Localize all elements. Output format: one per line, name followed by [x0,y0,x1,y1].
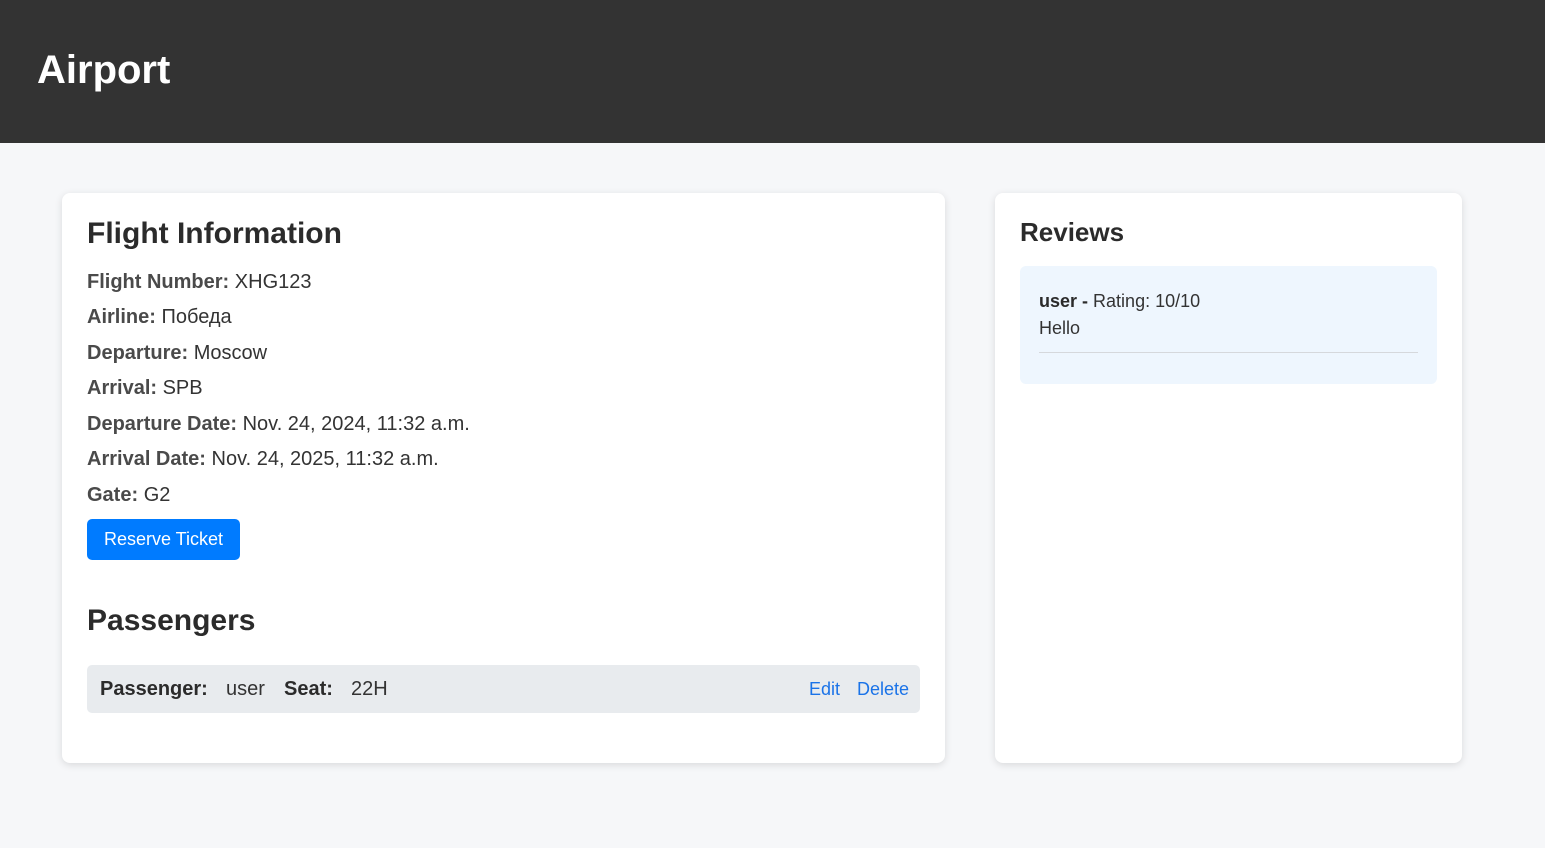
airline-row: Airline: Победа [87,304,232,330]
flight-number-row: Flight Number: XHG123 [87,269,312,295]
review-rating: Rating: 10/10 [1093,291,1201,311]
departure-label: Departure: [87,342,189,364]
app-title: Airport [37,48,171,92]
arrival-date-row: Arrival Date: Nov. 24, 2025, 11:32 a.m. [87,446,439,472]
seat-value: 22H [351,678,388,700]
flight-info-card: Flight Information Flight Number: XHG123… [62,193,945,763]
reserve-ticket-button[interactable]: Reserve Ticket [87,519,240,560]
airline-label: Airline: [87,306,156,328]
passenger-label: Passenger: [100,678,208,700]
passengers-title: Passengers [87,604,256,637]
departure-date-row: Departure Date: Nov. 24, 2024, 11:32 a.m… [87,411,470,437]
passenger-row: Passenger: user Seat: 22H Edit Delete [87,665,920,713]
airline-value: Победа [161,306,232,328]
passenger-value: user [226,678,265,700]
gate-label: Gate: [87,484,139,506]
arrival-value: SPB [162,377,203,399]
edit-passenger-link[interactable]: Edit [809,665,840,713]
departure-value: Moscow [193,342,268,364]
arrival-date-value: Nov. 24, 2025, 11:32 a.m. [211,448,439,470]
top-navbar: Airport [0,0,1545,143]
review-item: user - Rating: 10/10 Hello [1020,266,1437,384]
review-user: user - [1039,291,1089,311]
flight-number-label: Flight Number: [87,271,230,293]
arrival-date-label: Arrival Date: [87,448,206,470]
departure-date-value: Nov. 24, 2024, 11:32 a.m. [242,413,470,435]
reviews-title: Reviews [1020,217,1125,247]
gate-value: G2 [143,484,171,506]
review-header: user - Rating: 10/10 [1039,290,1200,312]
review-divider [1039,352,1418,353]
review-text: Hello [1039,318,1081,338]
arrival-label: Arrival: [87,377,158,399]
departure-date-label: Departure Date: [87,413,238,435]
flight-number-value: XHG123 [234,271,312,293]
flight-info-title: Flight Information [87,217,342,250]
delete-passenger-link[interactable]: Delete [857,665,909,713]
gate-row: Gate: G2 [87,482,170,508]
arrival-row: Arrival: SPB [87,375,203,401]
seat-label: Seat: [284,678,333,700]
departure-row: Departure: Moscow [87,340,267,366]
reviews-card: Reviews user - Rating: 10/10 Hello [995,193,1462,763]
